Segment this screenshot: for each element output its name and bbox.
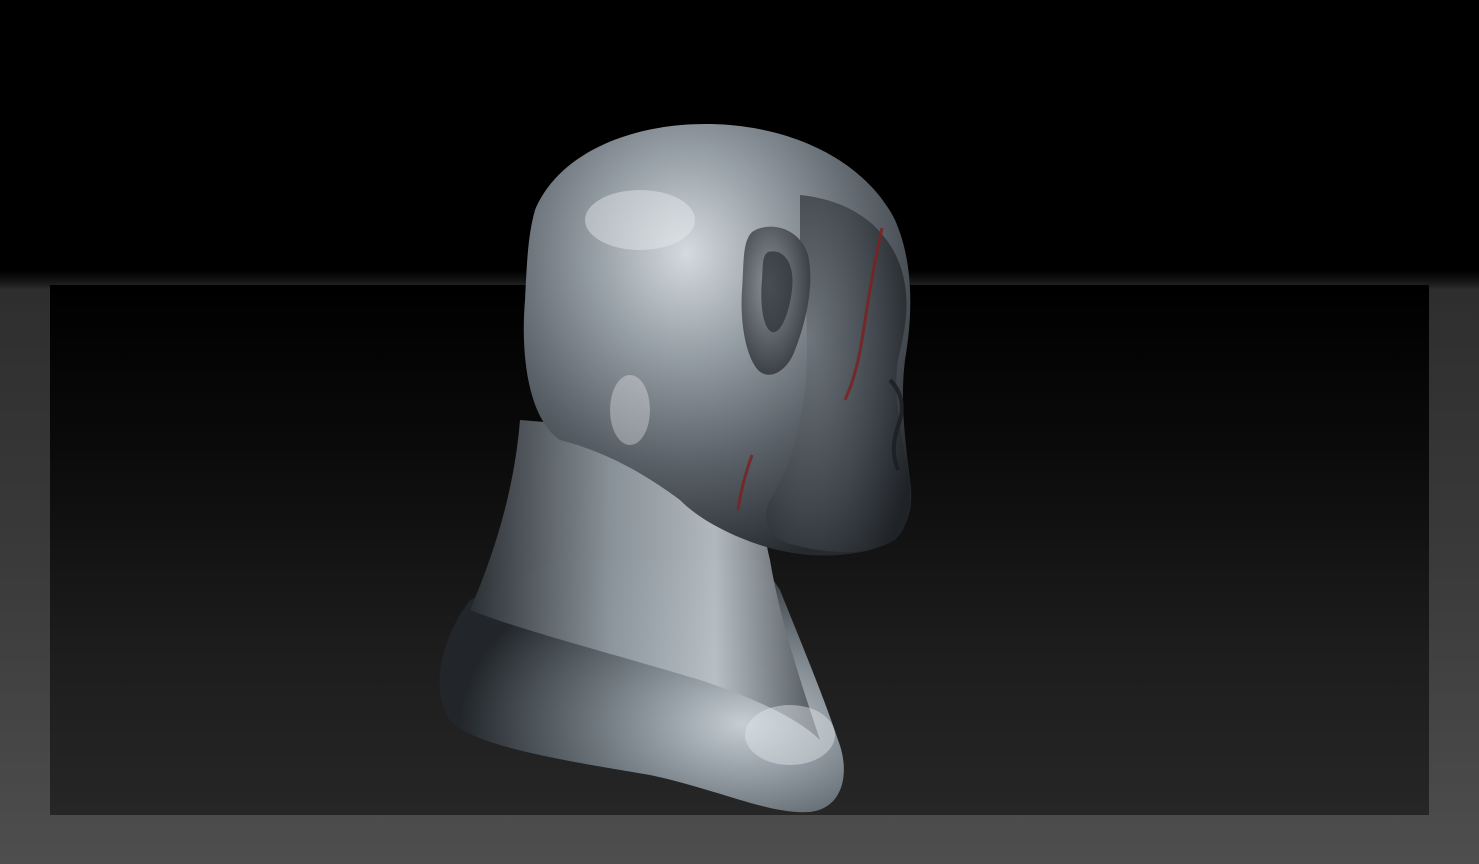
shoulder-highlight	[745, 705, 835, 765]
document-background	[0, 0, 1479, 864]
neck-highlight	[610, 375, 650, 445]
sculpt-bust-render	[439, 124, 912, 813]
skull-highlight	[585, 190, 695, 250]
